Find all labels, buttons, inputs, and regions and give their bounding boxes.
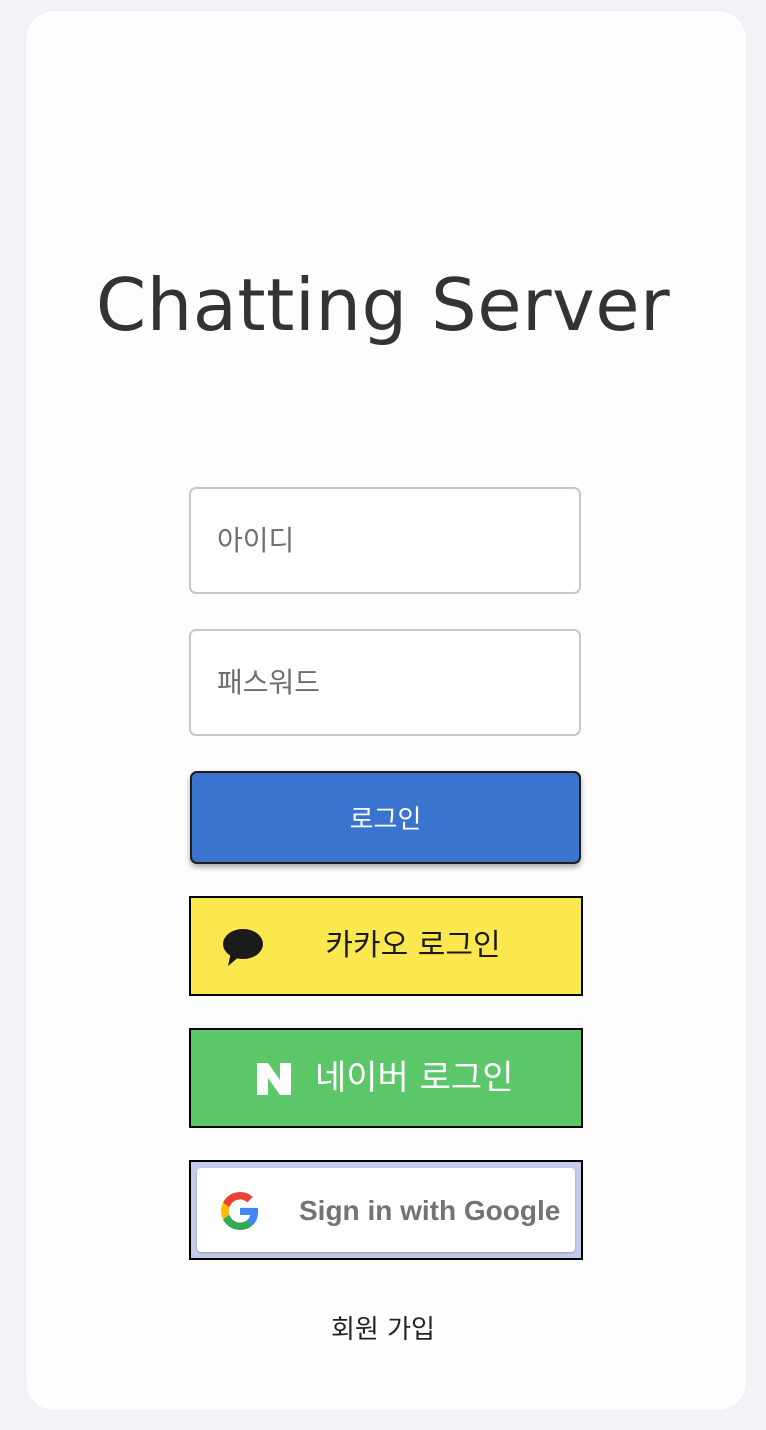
google-login-label: Sign in with Google <box>299 1195 561 1226</box>
naver-login-label: 네이버 로그인 <box>315 1058 514 1098</box>
naver-n-icon <box>257 1063 291 1095</box>
login-button[interactable]: 로그인 <box>190 771 581 864</box>
google-button-surface: Sign in with Google <box>197 1168 575 1252</box>
login-button-label: 로그인 <box>349 805 422 835</box>
id-input[interactable] <box>189 487 581 594</box>
google-login-button[interactable]: Sign in with Google <box>189 1160 583 1260</box>
google-g-icon <box>221 1192 259 1230</box>
password-input[interactable] <box>189 629 581 736</box>
naver-login-button[interactable]: 네이버 로그인 <box>189 1028 583 1128</box>
kakao-login-label: 카카오 로그인 <box>325 928 501 963</box>
page-title: Chatting Server <box>95 263 671 347</box>
kakao-login-button[interactable]: 카카오 로그인 <box>189 896 583 996</box>
signup-link[interactable]: 회원 가입 <box>0 1310 766 1350</box>
